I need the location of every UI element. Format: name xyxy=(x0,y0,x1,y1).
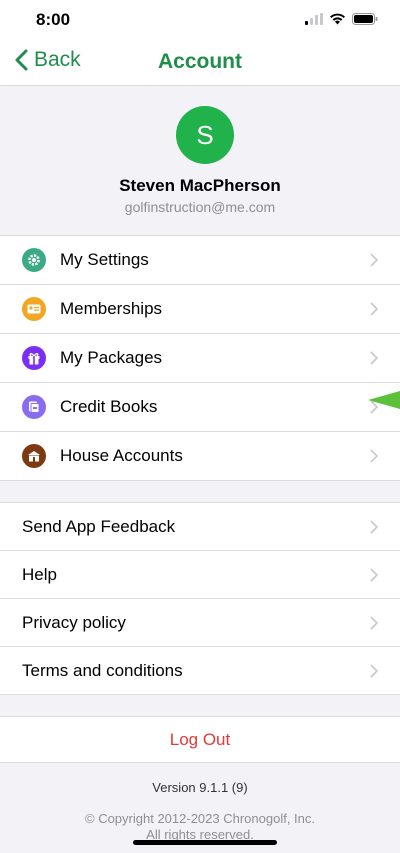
profile-email: golfinstruction@me.com xyxy=(124,199,276,215)
status-bar: 8:00 xyxy=(0,0,400,40)
menu-item-label: Terms and conditions xyxy=(22,660,183,680)
section-spacer xyxy=(0,695,400,717)
chevron-right-icon xyxy=(370,253,378,267)
menu-item-label: Help xyxy=(22,564,57,584)
menu-item-memberships[interactable]: Memberships xyxy=(0,285,400,334)
profile-header: S Steven MacPherson golfinstruction@me.c… xyxy=(0,86,400,236)
gift-icon xyxy=(22,346,46,370)
chevron-right-icon xyxy=(370,302,378,316)
footer: Version 9.1.1 (9) © Copyright 2012-2023 … xyxy=(0,780,400,843)
menu-item-house-accounts[interactable]: House Accounts xyxy=(0,432,400,481)
house-account-icon xyxy=(22,444,46,468)
menu-item-my-packages[interactable]: My Packages xyxy=(0,334,400,383)
home-indicator[interactable] xyxy=(133,840,277,845)
menu-item-label: My Packages xyxy=(60,348,163,367)
menu-item-terms-and-conditions[interactable]: Terms and conditions xyxy=(0,647,400,695)
battery-icon xyxy=(352,13,378,25)
gear-icon xyxy=(22,248,46,272)
app-version: Version 9.1.1 (9) xyxy=(152,780,248,795)
navigation-bar: Back Account xyxy=(0,40,400,86)
signal-icon xyxy=(305,13,323,25)
account-menu-list: My Settings Memberships My Packages Cred… xyxy=(0,236,400,481)
copyright-line: © Copyright 2012-2023 Chronogolf, Inc. xyxy=(85,811,315,826)
chevron-right-icon xyxy=(370,568,378,582)
status-icons xyxy=(305,13,378,25)
avatar: S xyxy=(176,106,234,164)
pointer-arrow-icon xyxy=(368,391,400,409)
log-out-button[interactable]: Log Out xyxy=(0,717,400,763)
profile-name: Steven MacPherson xyxy=(119,176,281,195)
menu-item-help[interactable]: Help xyxy=(0,551,400,599)
section-spacer xyxy=(0,481,400,503)
menu-item-label: House Accounts xyxy=(60,446,183,465)
menu-item-label: Credit Books xyxy=(60,397,158,416)
menu-item-privacy-policy[interactable]: Privacy policy xyxy=(0,599,400,647)
menu-item-credit-books[interactable]: Credit Books xyxy=(0,383,400,432)
chevron-right-icon xyxy=(370,449,378,463)
page-title: Account xyxy=(158,50,242,73)
menu-item-label: Memberships xyxy=(60,299,163,318)
chevron-right-icon xyxy=(370,351,378,365)
chevron-right-icon xyxy=(370,616,378,630)
menu-item-label: Send App Feedback xyxy=(22,516,176,536)
membership-card-icon xyxy=(22,297,46,321)
chevron-right-icon xyxy=(370,664,378,678)
menu-item-label: Privacy policy xyxy=(22,612,126,632)
menu-item-label: My Settings xyxy=(60,250,149,269)
status-time: 8:00 xyxy=(36,10,71,29)
chevron-right-icon xyxy=(370,520,378,534)
wifi-icon xyxy=(330,13,345,25)
credit-book-icon xyxy=(22,395,46,419)
copyright: © Copyright 2012-2023 Chronogolf, Inc. A… xyxy=(0,811,400,843)
log-out-label: Log Out xyxy=(169,729,231,749)
menu-item-my-settings[interactable]: My Settings xyxy=(0,236,400,285)
menu-item-send-app-feedback[interactable]: Send App Feedback xyxy=(0,503,400,551)
support-menu-list: Send App Feedback Help Privacy policy Te… xyxy=(0,503,400,695)
